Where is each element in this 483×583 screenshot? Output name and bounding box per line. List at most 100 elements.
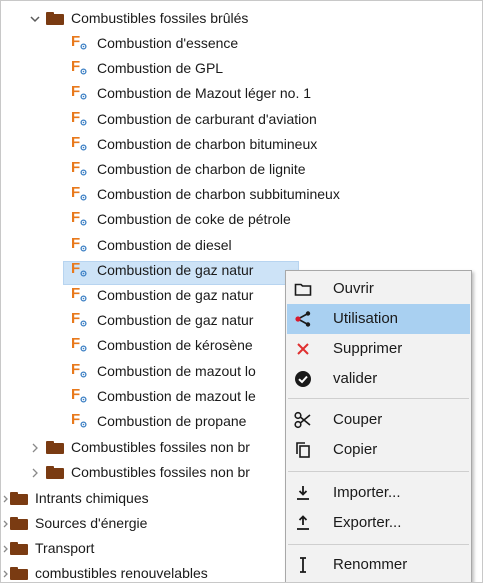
process-label: Combustion de gaz natur <box>97 287 254 303</box>
process-icon: F <box>71 335 89 354</box>
tree-item-process[interactable]: F Combustion de gaz natur <box>1 308 301 333</box>
menu-item-rename[interactable]: Renommer <box>287 550 470 580</box>
category-label: Transport <box>35 540 95 556</box>
folder-icon <box>10 492 28 505</box>
share-icon <box>293 309 313 329</box>
menu-item-label: Supprimer <box>333 340 403 357</box>
menu-item-delete[interactable]: Supprimer <box>287 334 470 364</box>
tree-category-transport[interactable]: Transport <box>1 536 301 561</box>
process-icon: F <box>71 159 89 178</box>
process-label: Combustion de diesel <box>97 236 232 253</box>
menu-item-label: Copier <box>333 441 378 458</box>
menu-separator <box>288 544 469 545</box>
menu-item-validate[interactable]: valider <box>287 364 470 394</box>
tree-category-chemical-inputs[interactable]: Intrants chimiques <box>1 486 301 511</box>
check-circle-icon <box>293 369 313 389</box>
category-label: combustibles renouvelables <box>35 565 208 581</box>
menu-item-open[interactable]: Ouvrir <box>287 274 470 304</box>
category-label: Combustibles fossiles non br <box>71 464 250 480</box>
menu-item-import[interactable]: Importer... <box>287 478 470 508</box>
tree-category-fossil-non-burned-1[interactable]: Combustibles fossiles non br <box>1 435 301 460</box>
tree-category-energy-sources[interactable]: Sources d'énergie <box>1 511 301 536</box>
tree-item-process[interactable]: F Combustion de GPL <box>1 56 301 81</box>
menu-item-usage[interactable]: Utilisation <box>287 304 470 334</box>
process-label: Combustion de mazout le <box>97 387 256 404</box>
chevron-right-icon[interactable] <box>3 561 9 582</box>
tree-item-process[interactable]: F Combustion de charbon de lignite <box>1 157 306 182</box>
tree-item-process[interactable]: F Combustion de kérosène <box>1 333 301 358</box>
menu-item-label: Ouvrir <box>333 280 374 297</box>
process-label: Combustion de carburant d'aviation <box>97 110 317 127</box>
tree-item-process[interactable]: F Combustion de Mazout léger no. 1 <box>1 81 311 106</box>
process-label: Combustion de Mazout léger no. 1 <box>97 85 312 102</box>
tree-item-process[interactable]: F Combustion de diesel <box>1 233 301 258</box>
menu-item-label: Couper <box>333 411 383 428</box>
folder-icon <box>46 441 64 454</box>
folder-icon <box>46 12 64 25</box>
context-menu: Ouvrir Utilisation Supprimer valider Cou… <box>285 270 472 582</box>
tree-category-fossil-non-burned-2[interactable]: Combustibles fossiles non br <box>1 460 301 485</box>
folder-icon <box>10 542 28 555</box>
tree-item-process[interactable]: F Combustion de propane <box>1 409 301 434</box>
process-icon: F <box>71 58 89 77</box>
process-icon: F <box>71 285 89 304</box>
delete-x-icon <box>293 339 313 359</box>
rename-cursor-icon <box>293 555 313 575</box>
chevron-right-icon[interactable] <box>3 486 9 511</box>
import-icon <box>293 483 313 503</box>
menu-item-label: Exporter... <box>333 514 402 531</box>
tree-item-process[interactable]: F Combustion de gaz natur <box>1 258 301 283</box>
folder-icon <box>10 517 28 530</box>
menu-item-label: Importer... <box>333 484 401 501</box>
export-icon <box>293 513 313 533</box>
chevron-right-icon[interactable] <box>29 460 41 485</box>
process-label: Combustion de charbon subbitumineux <box>97 186 340 203</box>
chevron-right-icon[interactable] <box>3 511 9 536</box>
tree-item-process[interactable]: F Combustion de coke de pétrole <box>1 207 301 232</box>
tree-item-process[interactable]: F Combustion d'essence <box>1 31 301 56</box>
copy-icon <box>293 440 313 460</box>
tree-item-process[interactable]: F Combustion de mazout lo <box>1 359 301 384</box>
process-icon: F <box>71 361 89 380</box>
menu-item-copy[interactable]: Copier <box>287 435 470 465</box>
process-label: Combustion de charbon bitumineux <box>97 135 318 152</box>
folder-icon <box>46 466 64 479</box>
process-label: Combustion de GPL <box>97 60 224 77</box>
category-label: Combustibles fossiles brûlés <box>71 10 249 26</box>
category-label: Intrants chimiques <box>35 490 149 506</box>
chevron-right-icon[interactable] <box>3 536 9 561</box>
process-icon: F <box>71 235 89 254</box>
navigation-tree: Combustibles fossiles brûlés F Combustion… <box>0 0 483 583</box>
menu-item-label: valider <box>333 370 378 387</box>
tree-item-process[interactable]: F Combustion de mazout le <box>1 384 301 409</box>
process-icon: F <box>71 411 89 430</box>
category-label: Combustibles fossiles non br <box>71 439 250 455</box>
process-label: Combustion de propane <box>97 413 247 429</box>
tree-item-process[interactable]: F Combustion de charbon bitumineux <box>1 132 317 157</box>
chevron-down-icon[interactable] <box>29 6 41 31</box>
menu-item-export[interactable]: Exporter... <box>287 508 470 538</box>
process-icon: F <box>71 260 89 279</box>
process-label: Combustion de kérosène <box>97 337 253 354</box>
folder-icon <box>10 567 28 580</box>
process-label: Combustion de charbon de lignite <box>97 161 306 177</box>
tree-item-process[interactable]: F Combustion de charbon subbitumineux <box>1 182 340 207</box>
menu-item-label: Utilisation <box>333 310 399 327</box>
process-icon: F <box>71 386 89 405</box>
tree-item-process[interactable]: F Combustion de gaz natur <box>1 283 301 308</box>
tree-category-fossil-burned[interactable]: Combustibles fossiles brûlés <box>1 6 481 31</box>
process-icon: F <box>71 184 89 203</box>
menu-item-label: Renommer <box>333 556 408 573</box>
category-label: Sources d'énergie <box>35 515 148 531</box>
process-icon: F <box>71 109 89 128</box>
process-label: Combustion de gaz natur <box>97 312 254 329</box>
process-icon: F <box>71 310 89 329</box>
folder-outline-icon <box>293 279 313 299</box>
tree-category-renewable-fuels[interactable]: combustibles renouvelables <box>1 561 301 582</box>
process-label: Combustion de mazout lo <box>97 362 256 379</box>
menu-item-cut[interactable]: Couper <box>287 405 470 435</box>
tree-item-process[interactable]: F Combustion de carburant d'aviation <box>1 107 317 132</box>
process-label: Combustion de gaz natur <box>97 261 254 278</box>
process-label: Combustion de coke de pétrole <box>97 211 291 228</box>
chevron-right-icon[interactable] <box>29 435 41 460</box>
